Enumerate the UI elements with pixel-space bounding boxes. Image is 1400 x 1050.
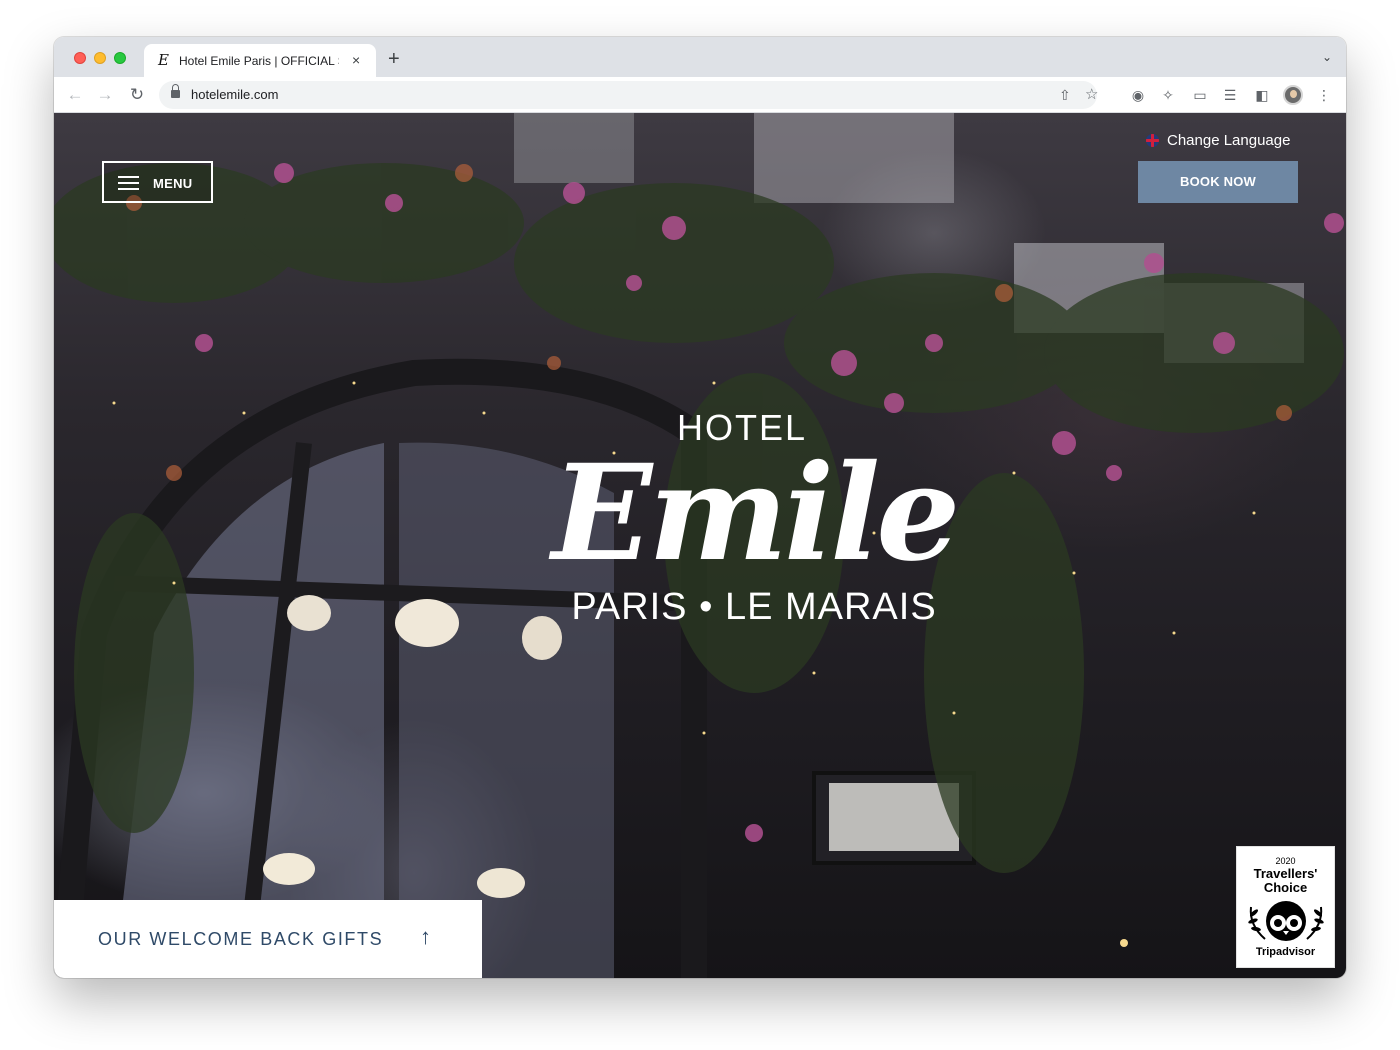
- zoom-window-button[interactable]: [114, 52, 126, 64]
- sidebar-icon[interactable]: ◧: [1252, 85, 1272, 105]
- cast-icon[interactable]: ▭: [1190, 85, 1210, 105]
- browser-window: E Hotel Emile Paris | OFFICIAL SITE × + …: [54, 37, 1346, 978]
- logo-emile-text: Emile: [551, 436, 961, 591]
- back-button[interactable]: ←: [64, 84, 86, 106]
- tab-search-icon[interactable]: ⌄: [1322, 50, 1332, 64]
- hotel-logo: HOTEL Emile PARIS • LE MARAIS: [534, 408, 974, 629]
- extension-icon[interactable]: ◉: [1128, 85, 1148, 105]
- badge-title-line2: Choice: [1263, 880, 1308, 895]
- new-tab-button[interactable]: +: [388, 49, 400, 69]
- share-icon[interactable]: ⇧: [1059, 86, 1071, 104]
- welcome-gifts-bar[interactable]: OUR WELCOME BACK GIFTS ↑: [54, 900, 482, 978]
- address-bar[interactable]: hotelemile.com ⇧ ☆: [159, 81, 1098, 109]
- menu-dots-icon[interactable]: ⋮: [1314, 85, 1334, 105]
- favicon-icon: E: [158, 51, 169, 69]
- browser-toolbar: ← → ↻ hotelemile.com ⇧ ☆ ◉ ✧ ▭ ☰ ◧ ⋮: [54, 77, 1346, 113]
- close-window-button[interactable]: [74, 52, 86, 64]
- url-text[interactable]: hotelemile.com: [191, 88, 278, 102]
- badge-brand: Tripadvisor: [1255, 946, 1316, 958]
- menu-label: MENU: [153, 176, 193, 191]
- arrow-up-icon: ↑: [420, 924, 431, 949]
- webpage: MENU Change Language BOOK NOW HOTEL Emil…: [54, 113, 1346, 978]
- minimize-window-button[interactable]: [94, 52, 106, 64]
- hamburger-icon: [118, 176, 139, 190]
- logo-location-text: PARIS • LE MARAIS: [571, 586, 937, 628]
- reload-button[interactable]: ↻: [126, 84, 148, 106]
- tab-title: Hotel Emile Paris | OFFICIAL SITE: [179, 54, 339, 68]
- menu-button[interactable]: MENU: [102, 161, 213, 203]
- profile-avatar[interactable]: [1283, 85, 1303, 105]
- puzzle-icon[interactable]: ✧: [1158, 85, 1178, 105]
- tab-close-icon[interactable]: ×: [352, 52, 360, 68]
- tripadvisor-owl-icon: [1247, 901, 1324, 941]
- badge-title-line1: Travellers': [1253, 866, 1318, 881]
- bookmark-star-icon[interactable]: ☆: [1085, 86, 1098, 104]
- welcome-gifts-label: OUR WELCOME BACK GIFTS: [98, 929, 384, 949]
- media-icon[interactable]: ☰: [1220, 85, 1240, 105]
- book-now-button[interactable]: BOOK NOW: [1138, 161, 1298, 203]
- lock-icon[interactable]: [171, 84, 180, 98]
- badge-year: 2020: [1275, 856, 1296, 866]
- active-tab[interactable]: E Hotel Emile Paris | OFFICIAL SITE ×: [144, 44, 376, 77]
- change-language-label: Change Language: [1167, 132, 1291, 149]
- tab-strip: E Hotel Emile Paris | OFFICIAL SITE × + …: [54, 37, 1346, 77]
- forward-button[interactable]: →: [94, 84, 116, 106]
- flag-uk-icon: [1146, 134, 1159, 147]
- tripadvisor-badge[interactable]: 2020 Travellers' Choice Tripadvisor: [1236, 846, 1335, 968]
